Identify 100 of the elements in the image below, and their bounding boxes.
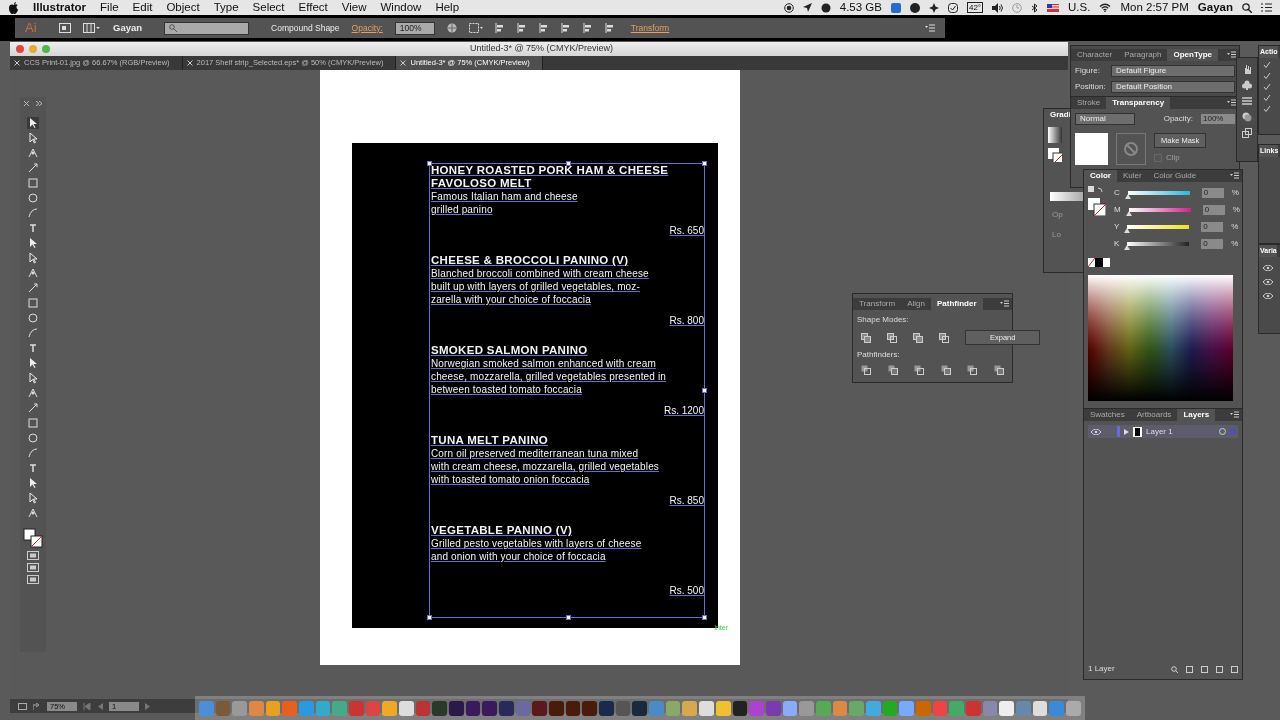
selection-handle[interactable] (702, 161, 707, 166)
pathfinder-icon[interactable] (993, 365, 1004, 376)
panel-tab[interactable]: Transparency (1106, 97, 1171, 109)
dropdown[interactable]: Default Position (1111, 81, 1235, 93)
panel-menu-icon[interactable] (925, 24, 935, 32)
panel-tab[interactable]: Kuler (1116, 170, 1148, 182)
mode-icon[interactable] (27, 551, 39, 560)
app-menu[interactable]: Illustrator (33, 0, 87, 17)
panel-tab[interactable]: Align (901, 298, 931, 310)
panel-tab[interactable]: Layers (1177, 409, 1216, 421)
selection-handle[interactable] (566, 615, 571, 620)
tool-icon[interactable] (27, 387, 39, 399)
bluetooth-icon[interactable] (1031, 2, 1039, 13)
arrange-icon[interactable] (83, 23, 101, 33)
thumbnail[interactable] (1075, 133, 1108, 165)
selection-handle[interactable] (427, 161, 432, 166)
pathfinder-icon[interactable] (887, 365, 898, 376)
blend-mode-dropdown[interactable]: Normal (1075, 113, 1135, 125)
close-icon[interactable] (400, 60, 407, 66)
menu-item[interactable]: Window (380, 0, 422, 17)
tool-icon[interactable] (27, 252, 39, 264)
panel-menu-icon[interactable] (1227, 51, 1236, 58)
flag-icon[interactable] (1047, 3, 1060, 12)
globe-icon[interactable] (446, 23, 457, 33)
sublayer-icon[interactable] (1201, 665, 1208, 673)
panel-tab[interactable]: Paragraph (1118, 49, 1168, 61)
club-icon[interactable] (1242, 80, 1252, 90)
tool-icon[interactable] (27, 402, 39, 414)
search-icon[interactable] (1242, 2, 1252, 13)
document-icon[interactable] (59, 23, 71, 33)
align-icon[interactable] (604, 23, 615, 33)
tool-icon[interactable] (27, 267, 39, 279)
panel-tab[interactable]: Pathfinder (930, 298, 983, 310)
star-icon[interactable] (928, 2, 939, 13)
align-icon[interactable] (582, 23, 593, 33)
tool-icon[interactable] (27, 492, 39, 504)
clip-icon[interactable] (1186, 665, 1193, 673)
opacity-field[interactable]: 100% (1201, 114, 1235, 124)
slider-thumb[interactable] (1124, 193, 1131, 199)
panel-menu-icon[interactable] (1227, 99, 1236, 106)
panel-tab[interactable]: Transform (853, 298, 902, 310)
panel-menu-icon[interactable] (1230, 411, 1239, 418)
close-icon[interactable] (24, 101, 29, 106)
search-field[interactable] (164, 21, 250, 35)
pathfinder-icon[interactable] (861, 365, 871, 376)
list-icon[interactable] (1261, 3, 1272, 12)
volume-icon[interactable] (992, 2, 1004, 13)
channel-value[interactable]: 0 (1201, 238, 1224, 249)
panel-tab[interactable]: OpenType (1167, 49, 1218, 61)
gradient-swatch[interactable] (1048, 127, 1062, 143)
selection-handle[interactable] (566, 161, 571, 166)
previous-page-icon[interactable] (97, 702, 103, 710)
next-page-icon[interactable] (145, 702, 151, 710)
record-icon[interactable] (783, 2, 794, 13)
menu-item[interactable]: Effect (298, 0, 328, 17)
fill-stroke-icon[interactable] (1048, 148, 1062, 162)
gauge-icon[interactable] (820, 2, 831, 13)
shape-mode-icon[interactable] (887, 332, 897, 343)
tool-icon[interactable] (27, 132, 39, 144)
shape-mode-icon[interactable] (861, 332, 871, 343)
tool-icon[interactable] (27, 312, 39, 324)
close-button[interactable] (16, 45, 24, 53)
swatch-row-icon[interactable] (1088, 258, 1110, 267)
close-icon[interactable] (186, 60, 193, 66)
tool-icon[interactable] (27, 327, 39, 339)
panel-tab[interactable]: Color Guide (1147, 170, 1203, 182)
eye-icon[interactable] (1263, 293, 1273, 299)
layer-row[interactable]: Layer 1 (1088, 425, 1238, 438)
channel-value[interactable]: 0 (1201, 187, 1224, 198)
workspace-dropdown[interactable]: Gayan (113, 20, 143, 36)
circles-icon[interactable] (1242, 112, 1252, 122)
input-source[interactable]: U.S. (1068, 0, 1091, 17)
clock[interactable]: Mon 2:57 PM (1120, 0, 1189, 17)
tool-icon[interactable] (27, 447, 39, 459)
menu-item[interactable]: File (100, 0, 119, 17)
align-icon[interactable] (468, 23, 483, 33)
pathfinder-icon[interactable] (940, 365, 951, 376)
dropdown[interactable]: Default Figure (1111, 65, 1235, 77)
channel-value[interactable]: 0 (1202, 204, 1225, 215)
transform-link[interactable]: Transform (630, 21, 670, 35)
tool-icon[interactable] (27, 147, 39, 159)
tool-icon[interactable] (27, 507, 39, 519)
eye-icon[interactable] (1263, 265, 1273, 271)
slider-thumb[interactable] (1124, 227, 1131, 233)
align-icon[interactable] (516, 23, 527, 33)
location-icon[interactable] (802, 3, 812, 12)
tool-icon[interactable] (27, 282, 39, 294)
hand-icon[interactable] (1242, 64, 1252, 74)
rotate-icon[interactable] (18, 702, 27, 710)
eye-icon[interactable] (1091, 428, 1101, 435)
align-icon[interactable] (494, 23, 505, 33)
shape-mode-icon[interactable] (913, 332, 923, 343)
tool-icon[interactable] (27, 477, 39, 489)
checkmark-icon[interactable] (947, 2, 958, 13)
panel-tab[interactable]: Swatches (1084, 409, 1131, 421)
tool-icon[interactable] (27, 357, 39, 369)
first-page-icon[interactable] (83, 702, 91, 710)
panel-menu-icon[interactable] (1000, 300, 1009, 307)
temperature[interactable]: 42° (966, 2, 984, 13)
delete-icon[interactable] (1231, 665, 1238, 673)
